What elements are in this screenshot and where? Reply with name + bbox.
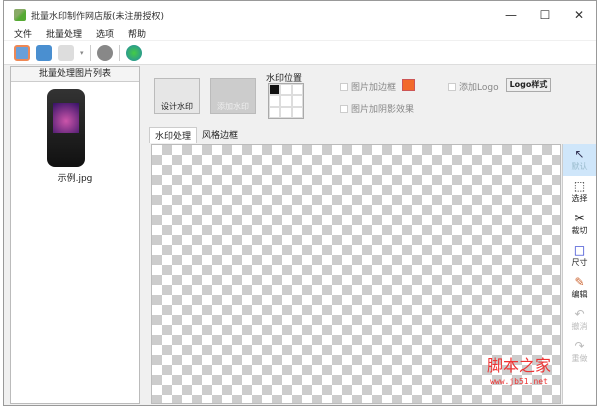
tab-style-border[interactable]: 风格边框 — [197, 127, 243, 143]
tool-label: 尺寸 — [571, 258, 588, 267]
resize-icon: □ — [573, 243, 586, 257]
menu-options[interactable]: 选项 — [96, 27, 114, 40]
add-shadow-checkbox[interactable]: 图片加阴影效果 — [340, 102, 414, 115]
position-cell[interactable] — [291, 106, 303, 118]
add-watermark-label: 添加水印 — [217, 102, 249, 111]
tool-label: 编辑 — [571, 290, 588, 299]
position-cell[interactable] — [280, 106, 292, 118]
tool-redo[interactable]: ↷ 重做 — [563, 336, 596, 368]
tool-select[interactable]: ⬚ 选择 — [563, 176, 596, 208]
chevron-down-icon[interactable]: ▾ — [80, 49, 84, 57]
menu-batch[interactable]: 批量处理 — [46, 27, 82, 40]
app-icon — [14, 9, 26, 21]
tool-crop[interactable]: ✂ 裁切 — [563, 208, 596, 240]
tool-size[interactable]: □ 尺寸 — [563, 240, 596, 272]
window-title: 批量水印制作网店版(未注册授权) — [31, 11, 165, 22]
position-cell[interactable] — [269, 106, 281, 118]
logo-style-button[interactable]: Logo样式 — [506, 78, 551, 92]
tool-edit[interactable]: ✎ 编辑 — [563, 272, 596, 304]
run-icon[interactable] — [125, 44, 142, 61]
save-icon[interactable] — [58, 44, 74, 61]
select-icon: ⬚ — [573, 179, 586, 193]
settings-icon[interactable] — [96, 44, 113, 61]
tool-label: 选择 — [571, 194, 588, 203]
pointer-icon: ↖ — [574, 147, 585, 161]
redo-icon: ↷ — [574, 339, 585, 353]
main-area: 设计水印 添加水印 水印位置 图片加边框 图片加阴影效果 添加Logo Logo… — [144, 66, 596, 404]
add-watermark-button[interactable]: 添加水印 — [210, 78, 256, 114]
menu-file[interactable]: 文件 — [14, 27, 32, 40]
design-watermark-button[interactable]: 设计水印 — [154, 78, 200, 114]
minimize-button[interactable]: — — [494, 1, 528, 29]
image-thumbnail[interactable] — [47, 89, 85, 167]
image-list-panel: 批量处理图片列表 示例.jpg — [10, 66, 140, 404]
title-bar: 批量水印制作网店版(未注册授权) — ☐ ✕ — [4, 1, 596, 29]
app-window: 批量水印制作网店版(未注册授权) — ☐ ✕ 文件 批量处理 选项 帮助 ▾ 批… — [3, 0, 597, 406]
divider — [89, 44, 91, 61]
toolbar: ▾ — [4, 41, 596, 65]
position-cell[interactable] — [280, 84, 292, 96]
image-list-header: 批量处理图片列表 — [11, 67, 139, 82]
border-color-swatch[interactable] — [402, 79, 415, 91]
tab-bar: 水印处理 风格边框 — [149, 127, 243, 143]
tool-label: 裁切 — [571, 226, 588, 235]
add-border-checkbox[interactable]: 图片加边框 — [340, 80, 396, 93]
add-border-label: 图片加边框 — [351, 83, 397, 93]
close-button[interactable]: ✕ — [562, 1, 596, 29]
menu-help[interactable]: 帮助 — [128, 27, 146, 40]
design-watermark-label: 设计水印 — [161, 102, 193, 111]
watermark-url: www.jb51.net — [490, 377, 548, 386]
watermark-text: 脚本之家 — [486, 356, 551, 375]
menu-bar: 文件 批量处理 选项 帮助 — [4, 27, 596, 40]
edit-icon: ✎ — [574, 275, 585, 289]
tab-watermark[interactable]: 水印处理 — [149, 127, 198, 143]
divider — [118, 44, 120, 61]
watermark-position-grid[interactable] — [268, 83, 304, 119]
position-cell[interactable] — [280, 95, 292, 107]
site-watermark: 脚本之家 www.jb51.net — [487, 358, 551, 390]
tool-undo[interactable]: ↶ 撤消 — [563, 304, 596, 336]
maximize-button[interactable]: ☐ — [528, 1, 562, 29]
position-cell[interactable] — [291, 84, 303, 96]
add-logo-label: 添加Logo — [459, 83, 499, 93]
add-folder-icon[interactable] — [36, 44, 52, 61]
tool-label: 重做 — [571, 354, 588, 363]
position-cell[interactable] — [291, 95, 303, 107]
position-cell[interactable] — [269, 95, 281, 107]
add-logo-checkbox[interactable]: 添加Logo — [448, 80, 499, 93]
tool-label: 默认 — [571, 162, 588, 171]
image-filename: 示例.jpg — [57, 174, 93, 184]
tool-default[interactable]: ↖ 默认 — [563, 144, 596, 176]
tool-label: 撤消 — [571, 322, 588, 331]
scissors-icon: ✂ — [574, 211, 585, 225]
add-image-icon[interactable] — [14, 44, 30, 61]
tool-panel: ↖ 默认 ⬚ 选择 ✂ 裁切 □ 尺寸 ✎ 编辑 ↶ 撤消 ↷ 重做 — [562, 144, 596, 404]
undo-icon: ↶ — [574, 307, 585, 321]
position-cell[interactable] — [269, 84, 281, 96]
add-shadow-label: 图片加阴影效果 — [351, 105, 415, 115]
